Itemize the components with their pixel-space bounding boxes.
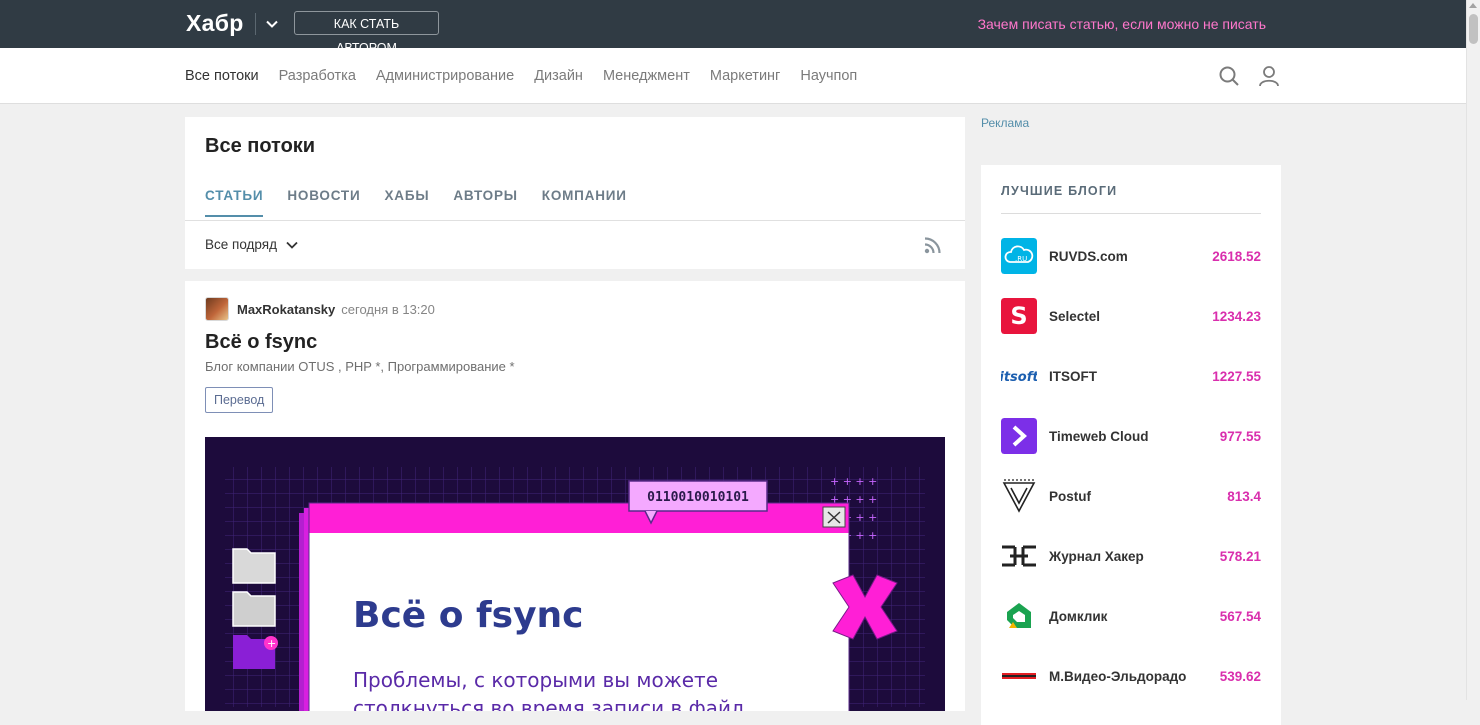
article-hubs[interactable]: Блог компании OTUS , PHP *, Программиров… — [205, 359, 515, 374]
blog-item-xakep[interactable]: Журнал Хакер 578.21 — [1001, 538, 1261, 574]
blog-item-selectel[interactable]: S Selectel 1234.23 — [1001, 298, 1261, 334]
svg-text:Проблемы, с которыми вы можете: Проблемы, с которыми вы можете — [353, 668, 718, 692]
tab-authors[interactable]: АВТОРЫ — [453, 188, 517, 217]
svg-text:S: S — [1010, 302, 1027, 330]
user-icon[interactable] — [1258, 65, 1280, 87]
blog-rating: 578.21 — [1219, 549, 1261, 564]
ruvds-logo-icon: .RU — [1001, 238, 1037, 274]
tab-articles[interactable]: СТАТЬИ — [205, 188, 264, 217]
chevron-down-icon[interactable] — [264, 16, 280, 32]
postuf-logo-icon — [1001, 478, 1037, 514]
svg-text:.RU: .RU — [1015, 255, 1027, 263]
svg-text:Всё о fsync: Всё о fsync — [353, 595, 584, 636]
blog-rating: 813.4 — [1227, 489, 1261, 504]
svg-text:столкнуться во время записи в: столкнуться во время записи в файл — [353, 696, 744, 711]
blog-rating: 567.54 — [1219, 609, 1261, 624]
nav-item-marketing[interactable]: Маркетинг — [710, 68, 781, 84]
blog-item-ruvds[interactable]: .RU RUVDS.com 2618.52 — [1001, 238, 1261, 274]
article-cover-image[interactable]: + + + + + + + + + + + + + + + + + 011001… — [205, 437, 945, 711]
folder-add-icon: + — [233, 635, 278, 669]
xakep-logo-icon — [1001, 538, 1037, 574]
rss-icon[interactable] — [924, 236, 942, 254]
blog-name: Selectel — [1049, 309, 1101, 324]
habr-logo[interactable]: Хабр — [186, 10, 244, 37]
search-icon[interactable] — [1218, 65, 1240, 87]
blog-rating: 1227.55 — [1212, 369, 1261, 384]
domclick-logo-icon — [1001, 598, 1037, 634]
blog-name: RUVDS.com — [1049, 249, 1128, 264]
nav-item-all[interactable]: Все потоки — [185, 68, 259, 84]
nav-item-management[interactable]: Менеджмент — [603, 68, 690, 84]
nav-bar: Все потоки Разработка Администрирование … — [0, 48, 1466, 104]
scrollbar-thumb[interactable] — [1469, 14, 1478, 44]
svg-text:+ + + +: + + + + — [830, 475, 877, 488]
filter-dropdown[interactable]: Все подряд — [205, 237, 299, 252]
blog-rating: 539.62 — [1219, 669, 1261, 684]
publish-time: сегодня в 13:20 — [341, 301, 435, 317]
nav-item-popsci[interactable]: Научпоп — [800, 68, 857, 84]
mvideo-logo-icon — [1001, 658, 1037, 694]
tab-hubs[interactable]: ХАБЫ — [384, 188, 429, 217]
nav-item-development[interactable]: Разработка — [279, 68, 356, 84]
become-author-button[interactable]: КАК СТАТЬ АВТОРОМ — [294, 11, 439, 55]
blog-rating: 2618.52 — [1212, 249, 1261, 264]
blog-name: Timeweb Cloud — [1049, 429, 1149, 444]
folder-icon — [232, 591, 276, 627]
article-meta: MaxRokatansky сегодня в 13:20 — [205, 297, 435, 321]
top-blogs-title: ЛУЧШИЕ БЛОГИ — [1001, 184, 1118, 198]
svg-text:0110010010101: 0110010010101 — [647, 490, 749, 505]
blog-rating: 977.55 — [1219, 429, 1261, 444]
translation-badge[interactable]: Перевод — [205, 387, 274, 413]
top-header: Хабр КАК СТАТЬ АВТОРОМ Зачем писать стат… — [0, 0, 1466, 55]
blog-rating: 1234.23 — [1212, 309, 1261, 324]
feed-tabs: СТАТЬИ НОВОСТИ ХАБЫ АВТОРЫ КОМПАНИИ — [205, 188, 651, 217]
blogs-divider — [1001, 213, 1261, 214]
nav-item-administration[interactable]: Администрирование — [376, 68, 514, 84]
feed-header-panel: Все потоки СТАТЬИ НОВОСТИ ХАБЫ АВТОРЫ КО… — [185, 117, 965, 269]
tab-companies[interactable]: КОМПАНИИ — [542, 188, 627, 217]
blog-item-timeweb[interactable]: Timeweb Cloud 977.55 — [1001, 418, 1261, 454]
folder-icon — [232, 548, 276, 584]
tabs-divider — [185, 220, 965, 221]
filter-label: Все подряд — [205, 237, 277, 252]
article-title[interactable]: Всё о fsync — [205, 331, 317, 354]
selectel-logo-icon: S — [1001, 298, 1037, 334]
promo-link[interactable]: Зачем писать статью, если можно не писат… — [978, 16, 1266, 32]
avatar[interactable] — [205, 297, 229, 321]
ad-label[interactable]: Реклама — [981, 116, 1029, 130]
article-card: MaxRokatansky сегодня в 13:20 Всё о fsyn… — [185, 281, 965, 711]
itsoft-logo-icon: itsoft — [1001, 358, 1037, 394]
timeweb-logo-icon — [1001, 418, 1037, 454]
blog-item-itsoft[interactable]: itsoft ITSOFT 1227.55 — [1001, 358, 1261, 394]
blog-item-domclick[interactable]: Домклик 567.54 — [1001, 598, 1261, 634]
author-name[interactable]: MaxRokatansky — [237, 302, 335, 317]
page-title: Все потоки — [205, 135, 316, 157]
blog-name: Домклик — [1049, 609, 1108, 624]
page-scrollbar[interactable] — [1466, 0, 1480, 700]
scroll-up-icon[interactable] — [1469, 3, 1477, 8]
blog-name: ITSOFT — [1049, 369, 1097, 384]
blog-name: Журнал Хакер — [1049, 549, 1144, 564]
blog-name: Postuf — [1049, 489, 1091, 504]
nav-links: Все потоки Разработка Администрирование … — [185, 68, 877, 84]
chevron-down-icon — [286, 241, 298, 249]
tab-news[interactable]: НОВОСТИ — [287, 188, 360, 217]
blog-name: М.Видео-Эльдорадо — [1049, 669, 1187, 684]
nav-item-design[interactable]: Дизайн — [534, 68, 583, 84]
top-blogs-panel: ЛУЧШИЕ БЛОГИ .RU RUVDS.com 2618.52 S Sel… — [981, 165, 1281, 725]
logo-divider — [255, 13, 256, 35]
svg-text:+: + — [267, 637, 276, 650]
blog-item-postuf[interactable]: Postuf 813.4 — [1001, 478, 1261, 514]
svg-text:itsoft: itsoft — [1001, 370, 1037, 385]
blog-item-mvideo[interactable]: М.Видео-Эльдорадо 539.62 — [1001, 658, 1261, 694]
